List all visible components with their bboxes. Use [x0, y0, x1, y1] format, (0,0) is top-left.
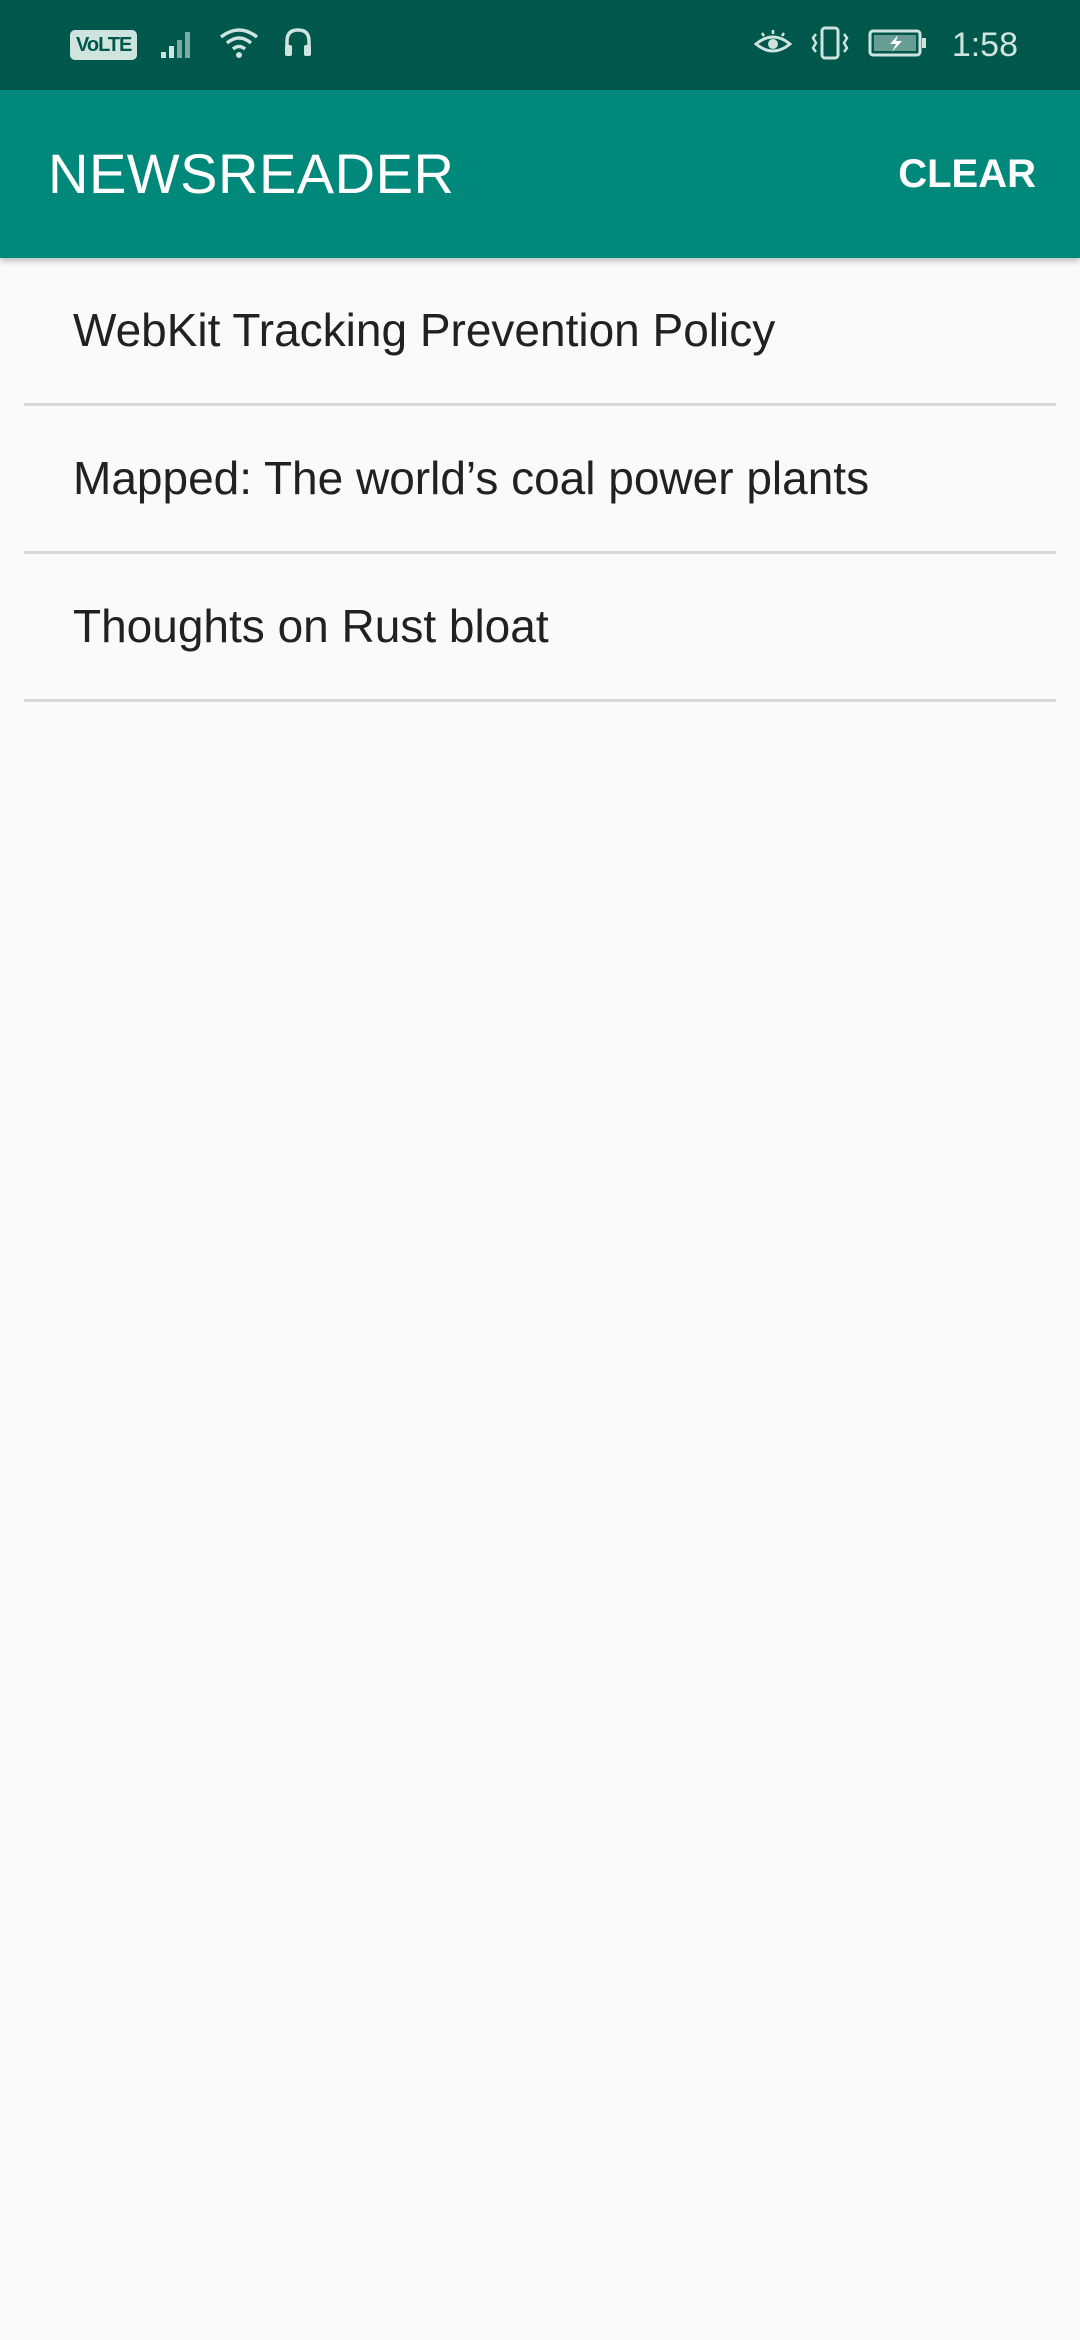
app-title: NEWSREADER: [48, 142, 455, 205]
signal-icon: [161, 28, 195, 63]
headset-icon: [283, 27, 313, 64]
vibrate-icon: [810, 26, 850, 65]
article-title: Thoughts on Rust bloat: [73, 600, 549, 652]
app-bar: NEWSREADER CLEAR: [0, 90, 1080, 258]
status-bar: VoLTE 1:58: [0, 0, 1080, 90]
status-time: 1:58: [951, 25, 1018, 64]
eye-comfort-icon: [753, 28, 793, 63]
battery-charging-icon: [868, 28, 928, 63]
article-title: WebKit Tracking Prevention Policy: [73, 304, 776, 356]
article-title: Mapped: The world’s coal power plants: [73, 452, 870, 504]
list-item[interactable]: WebKit Tracking Prevention Policy: [24, 258, 1056, 406]
status-right-icons: 1:58: [753, 22, 1018, 68]
wifi-icon: [219, 27, 259, 64]
list-item[interactable]: Thoughts on Rust bloat: [24, 554, 1056, 702]
volte-icon: VoLTE: [70, 30, 138, 60]
clear-button[interactable]: CLEAR: [890, 136, 1044, 212]
list-item[interactable]: Mapped: The world’s coal power plants: [24, 406, 1056, 554]
article-list: WebKit Tracking Prevention Policy Mapped…: [0, 258, 1080, 702]
status-left-icons: VoLTE: [70, 22, 313, 68]
